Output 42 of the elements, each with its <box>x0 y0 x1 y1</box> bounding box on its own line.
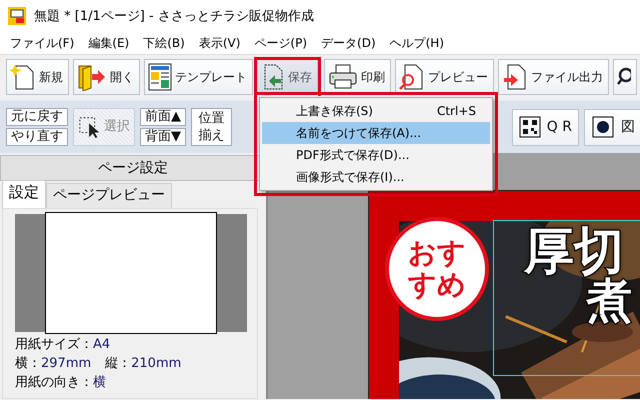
redo-button[interactable]: やり直す <box>6 128 68 146</box>
window-title: 無題 * [1/1ページ] - ささっとチラシ販促物作成 <box>34 8 314 25</box>
menu-item[interactable]: 表示(V) <box>192 32 246 54</box>
menu-item[interactable]: 編集(E) <box>82 32 136 54</box>
menu-item[interactable]: ページ(P) <box>248 32 314 54</box>
menu-item[interactable]: ファイル(F) <box>4 32 80 54</box>
template-button[interactable]: テンプレート <box>144 59 253 95</box>
template-icon <box>148 63 172 91</box>
export-file-icon <box>502 63 528 91</box>
text-frame[interactable]: 厚切 煮 <box>493 220 640 376</box>
send-back-button[interactable]: 背面▼ <box>140 128 186 146</box>
undo-button[interactable]: 元に戻す <box>6 108 68 126</box>
menu-item[interactable]: 名前をつけて保存(A)... <box>262 122 490 144</box>
tab[interactable]: ページプレビュー <box>46 183 172 208</box>
new-button[interactable]: 新規 <box>6 59 69 95</box>
new-page-icon <box>10 63 36 91</box>
align-button[interactable]: 位置揃え <box>191 108 232 146</box>
tab[interactable]: 設定 <box>2 180 46 208</box>
info-text: 横：297mm <box>15 355 92 373</box>
magnifier-page-icon <box>399 63 425 91</box>
export-button[interactable]: ファイル出力 <box>498 59 609 95</box>
search-button[interactable] <box>613 59 637 95</box>
info-text: 用紙の向き：横 <box>15 374 106 392</box>
app-icon <box>8 7 26 25</box>
info-text: 用紙サイズ：A4 <box>15 336 110 354</box>
print-button[interactable]: 印刷 <box>324 59 391 95</box>
shape-icon <box>591 115 615 139</box>
menu-item[interactable]: 下絵(B) <box>137 32 191 54</box>
qr-button[interactable]: Q R <box>512 108 579 146</box>
menu-item[interactable]: ヘルプ(H) <box>384 32 450 54</box>
folder-icon <box>77 63 107 91</box>
menu-item[interactable]: 上書き保存(S) Ctrl+S <box>262 100 490 122</box>
shape-button[interactable]: 図 <box>584 108 640 146</box>
bring-front-button[interactable]: 前面▲ <box>140 108 186 126</box>
preview-button[interactable]: プレビュー <box>395 59 494 95</box>
open-button[interactable]: 開く <box>73 59 140 95</box>
menu-item[interactable]: データ(D) <box>315 32 382 54</box>
headline: 厚切 <box>524 223 624 278</box>
info-text: 縦：210mm <box>105 355 182 373</box>
qr-code-icon <box>518 116 541 138</box>
printer-icon <box>328 64 358 90</box>
stamp-text: おすすめ <box>407 237 467 301</box>
